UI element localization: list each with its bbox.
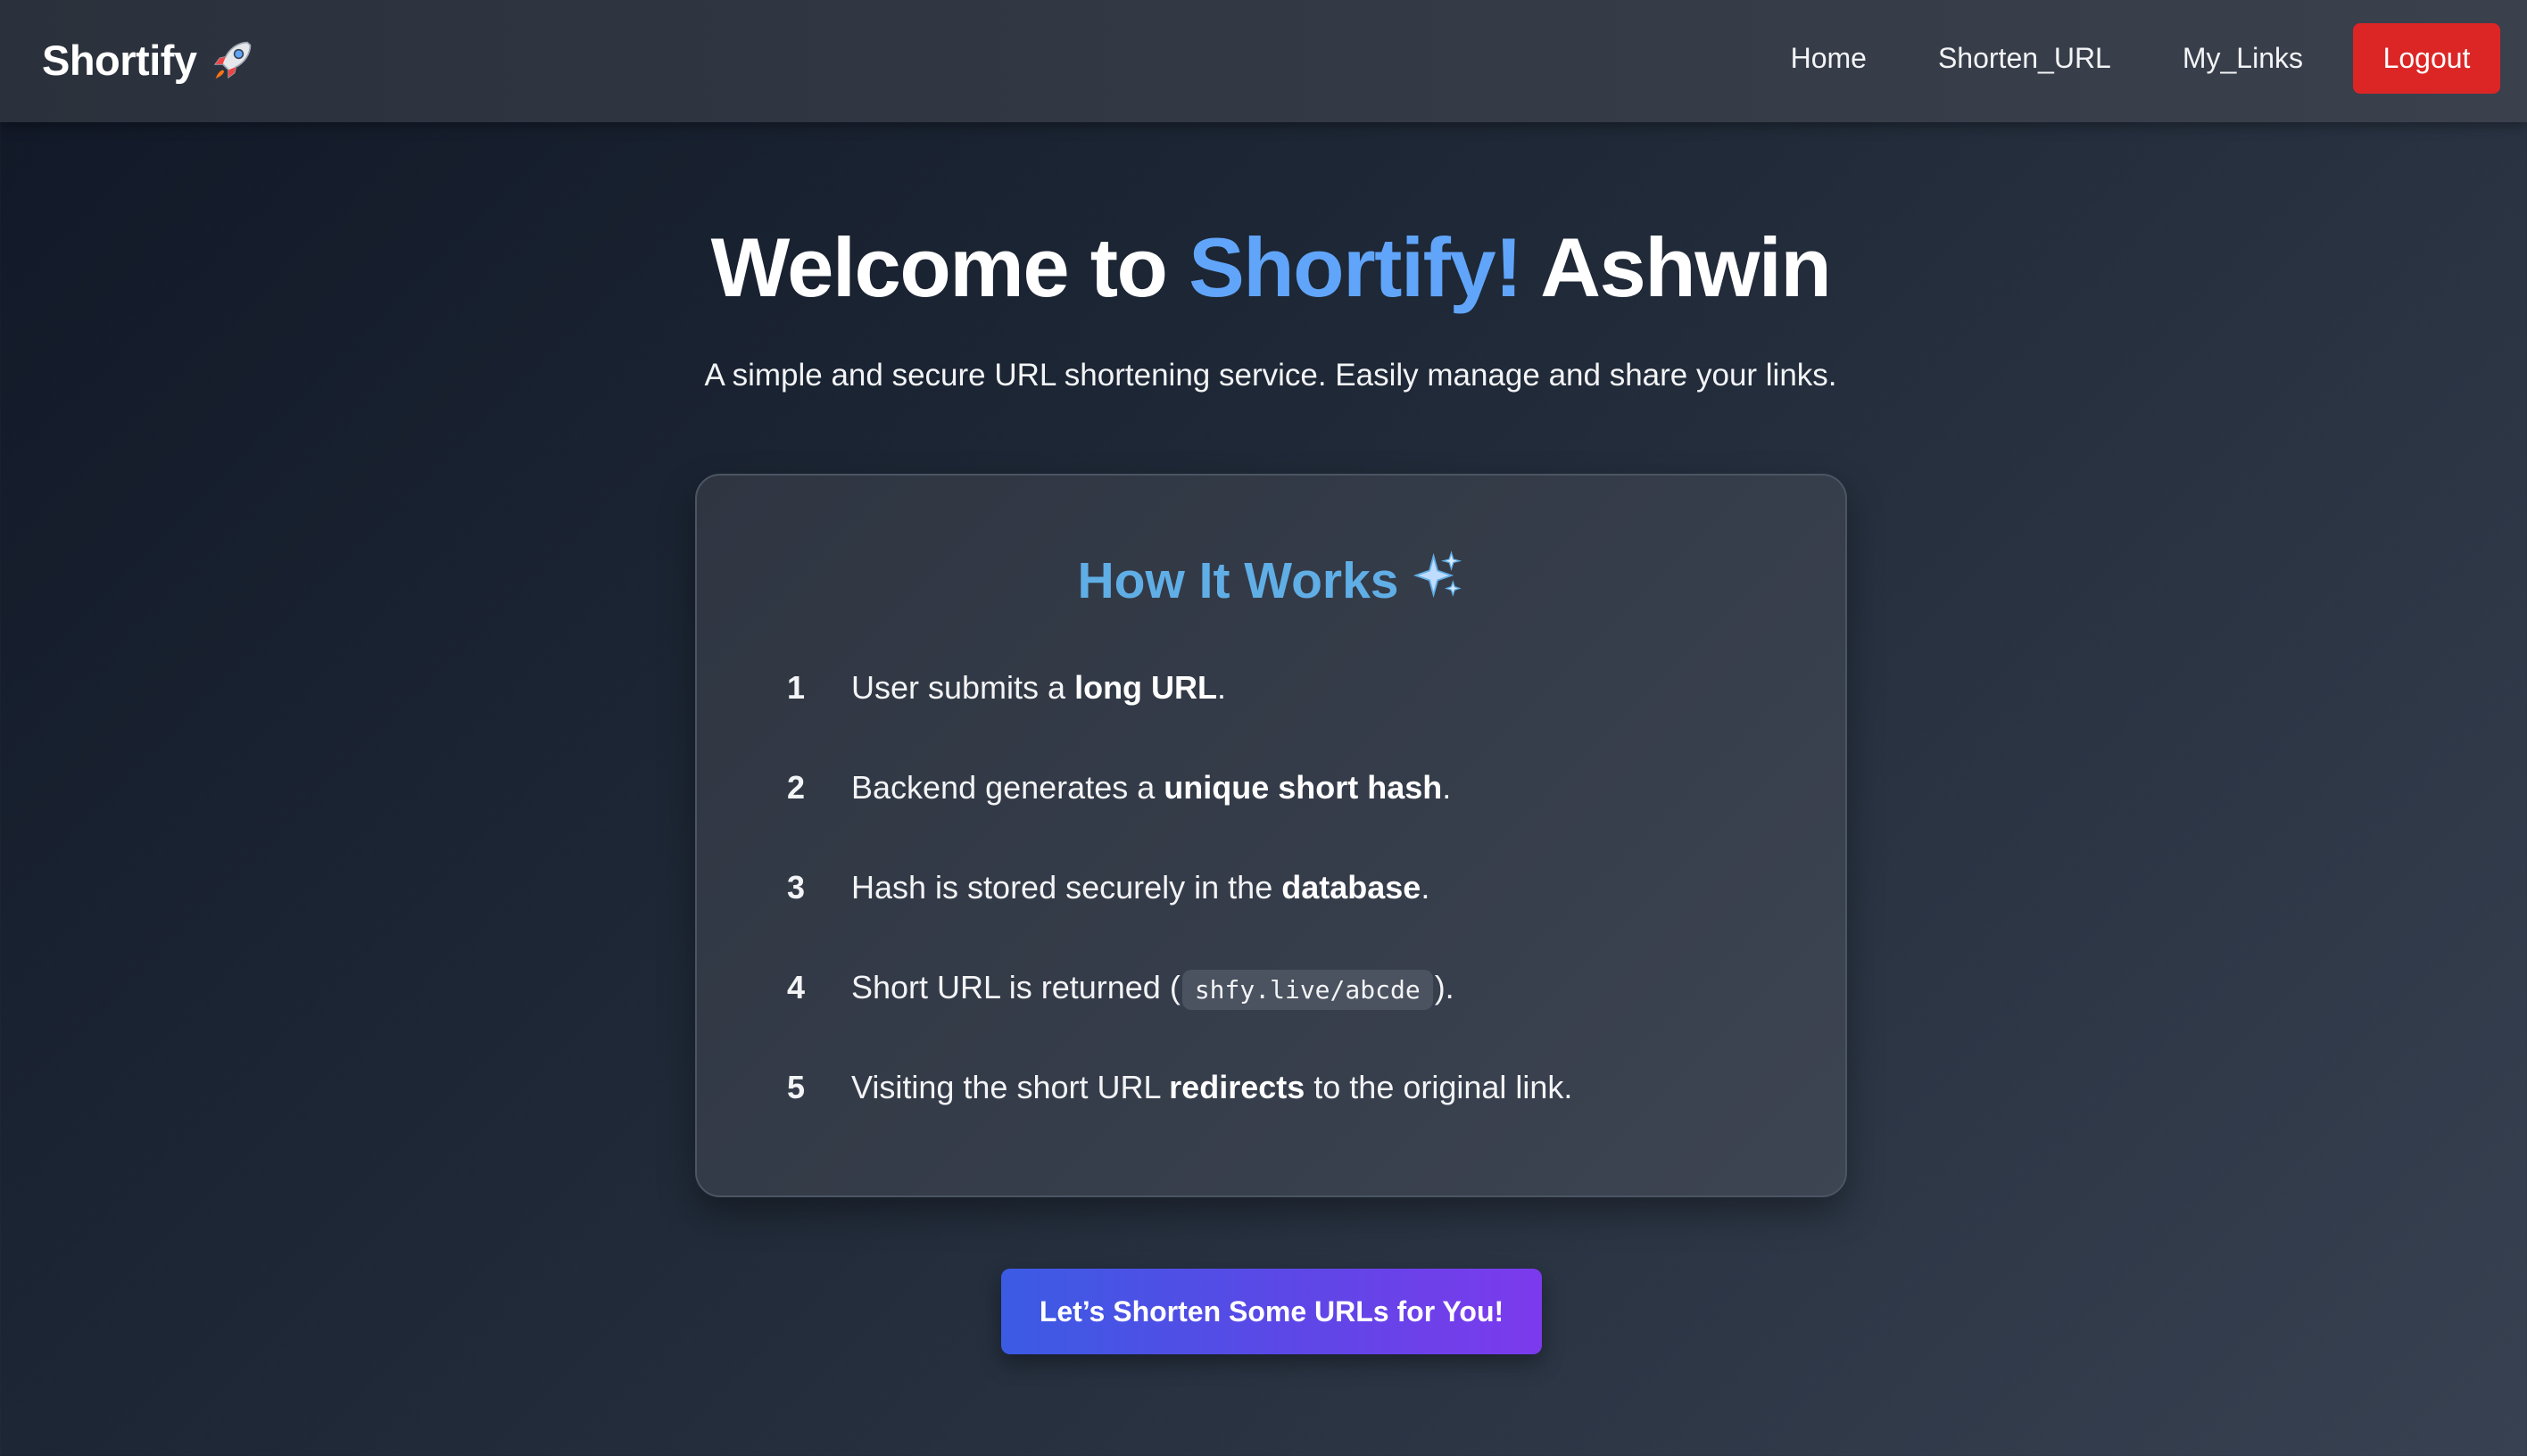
- step-item: 3 Hash is stored securely in the databas…: [787, 863, 1769, 963]
- brand-name: Shortify: [42, 36, 197, 84]
- how-it-works-card: How It Works 1 User submits a long URL. …: [695, 474, 1847, 1197]
- brand-logo[interactable]: Shortify: [42, 32, 256, 87]
- nav-my-links-link[interactable]: My_Links: [2183, 42, 2303, 75]
- step-text: Visiting the short URL redirects to the …: [851, 1063, 1572, 1113]
- top-navbar: Shortify Home Shorten_URL My_Links Logou…: [0, 0, 2527, 122]
- step-number: 3: [787, 869, 806, 906]
- nav-links: Home Shorten_URL My_Links Logout: [1791, 23, 2500, 94]
- page-subtitle: A simple and secure URL shortening servi…: [704, 358, 1837, 393]
- step-text: Hash is stored securely in the database.: [851, 863, 1429, 913]
- step-number: 2: [787, 769, 806, 806]
- step-text-start: Hash is stored securely in the: [851, 869, 1282, 906]
- title-accent: Shortify!: [1189, 220, 1522, 314]
- short-url-code: shfy.live/abcde: [1181, 970, 1433, 1010]
- step-bold-text: database: [1281, 869, 1421, 906]
- steps-list: 1 User submits a long URL. 2 Backend gen…: [787, 663, 1769, 1162]
- step-number: 1: [787, 669, 806, 706]
- step-text-end: .: [1442, 769, 1452, 806]
- page-title: Welcome to Shortify! Ashwin: [0, 214, 2527, 321]
- step-number: 5: [787, 1069, 806, 1105]
- step-item: 4 Short URL is returned (shfy.live/abcde…: [787, 963, 1769, 1063]
- step-bold-text: long URL: [1074, 669, 1218, 706]
- step-item: 5 Visiting the short URL redirects to th…: [787, 1063, 1769, 1162]
- card-title: How It Works: [697, 545, 1845, 620]
- logout-button[interactable]: Logout: [2353, 23, 2500, 94]
- card-title-text: How It Works: [1077, 552, 1399, 609]
- rocket-icon: [210, 37, 256, 83]
- step-text-start: Backend generates a: [851, 769, 1164, 806]
- step-item: 2 Backend generates a unique short hash.: [787, 763, 1769, 863]
- title-username: Ashwin: [1520, 220, 1832, 314]
- sparkles-icon: [1413, 549, 1464, 620]
- step-text-end: .: [1421, 869, 1430, 906]
- step-bold-text: unique short hash: [1164, 769, 1443, 806]
- step-number: 4: [787, 969, 806, 1005]
- step-text-start: User submits a: [851, 669, 1075, 706]
- title-prefix: Welcome to: [710, 220, 1189, 314]
- nav-shorten-url-link[interactable]: Shorten_URL: [1938, 42, 2111, 75]
- step-text-end: ).: [1434, 969, 1454, 1005]
- step-bold-text: redirects: [1169, 1069, 1305, 1105]
- step-text-start: Short URL is returned (: [851, 969, 1181, 1005]
- step-text: Backend generates a unique short hash.: [851, 763, 1451, 813]
- step-text-end: to the original link.: [1305, 1069, 1573, 1105]
- step-item: 1 User submits a long URL.: [787, 663, 1769, 763]
- step-text-start: Visiting the short URL: [851, 1069, 1170, 1105]
- step-text: Short URL is returned (shfy.live/abcde).: [851, 963, 1454, 1015]
- step-text-end: .: [1217, 669, 1227, 706]
- step-text: User submits a long URL.: [851, 663, 1226, 713]
- shorten-urls-cta-button[interactable]: Let’s Shorten Some URLs for You!: [1001, 1269, 1542, 1354]
- nav-home-link[interactable]: Home: [1791, 42, 1867, 75]
